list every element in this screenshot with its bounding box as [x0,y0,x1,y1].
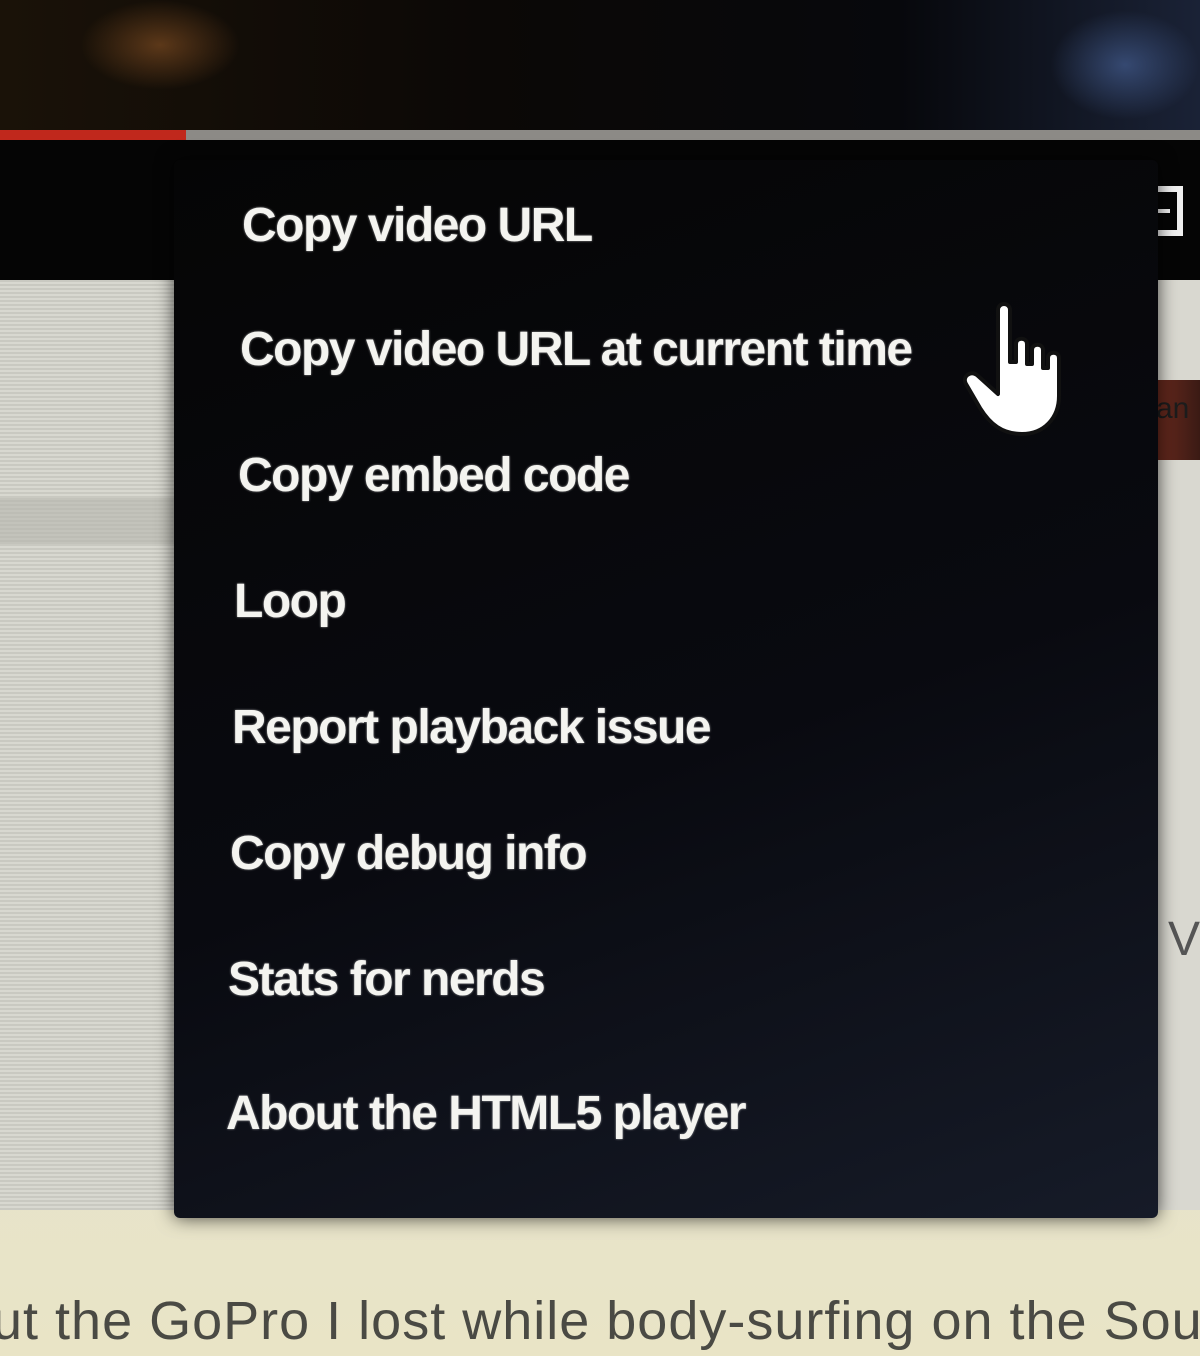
menu-item-report-playback-issue[interactable]: Report playback issue [232,700,712,755]
browser-screen: an V ut the GoPro I lost while body-surf… [0,0,1200,1356]
video-frame[interactable] [0,0,1200,132]
related-video-text-fragment: V [1168,913,1200,966]
menu-item-about-html5-player[interactable]: About the HTML5 player [226,1086,747,1141]
menu-item-copy-debug-info[interactable]: Copy debug info [230,826,588,881]
menu-item-stats-for-nerds[interactable]: Stats for nerds [228,952,546,1007]
menu-item-copy-embed-code[interactable]: Copy embed code [238,448,630,503]
progress-bar-played [0,130,186,140]
video-content-highlight-blue [1050,10,1200,120]
progress-bar[interactable] [0,130,1200,140]
hand-pointer-cursor-icon [963,302,1061,436]
left-panel-divider [0,498,186,544]
menu-item-loop[interactable]: Loop [234,574,347,629]
menu-item-copy-video-url-at-current-time[interactable]: Copy video URL at current time [240,322,913,377]
left-panel [0,280,186,1210]
video-description: ut the GoPro I lost while body-surfing o… [0,1291,1200,1351]
video-content-highlight [80,0,240,90]
related-video-title-fragment[interactable]: an [1156,392,1189,426]
menu-item-copy-video-url[interactable]: Copy video URL [242,198,593,253]
